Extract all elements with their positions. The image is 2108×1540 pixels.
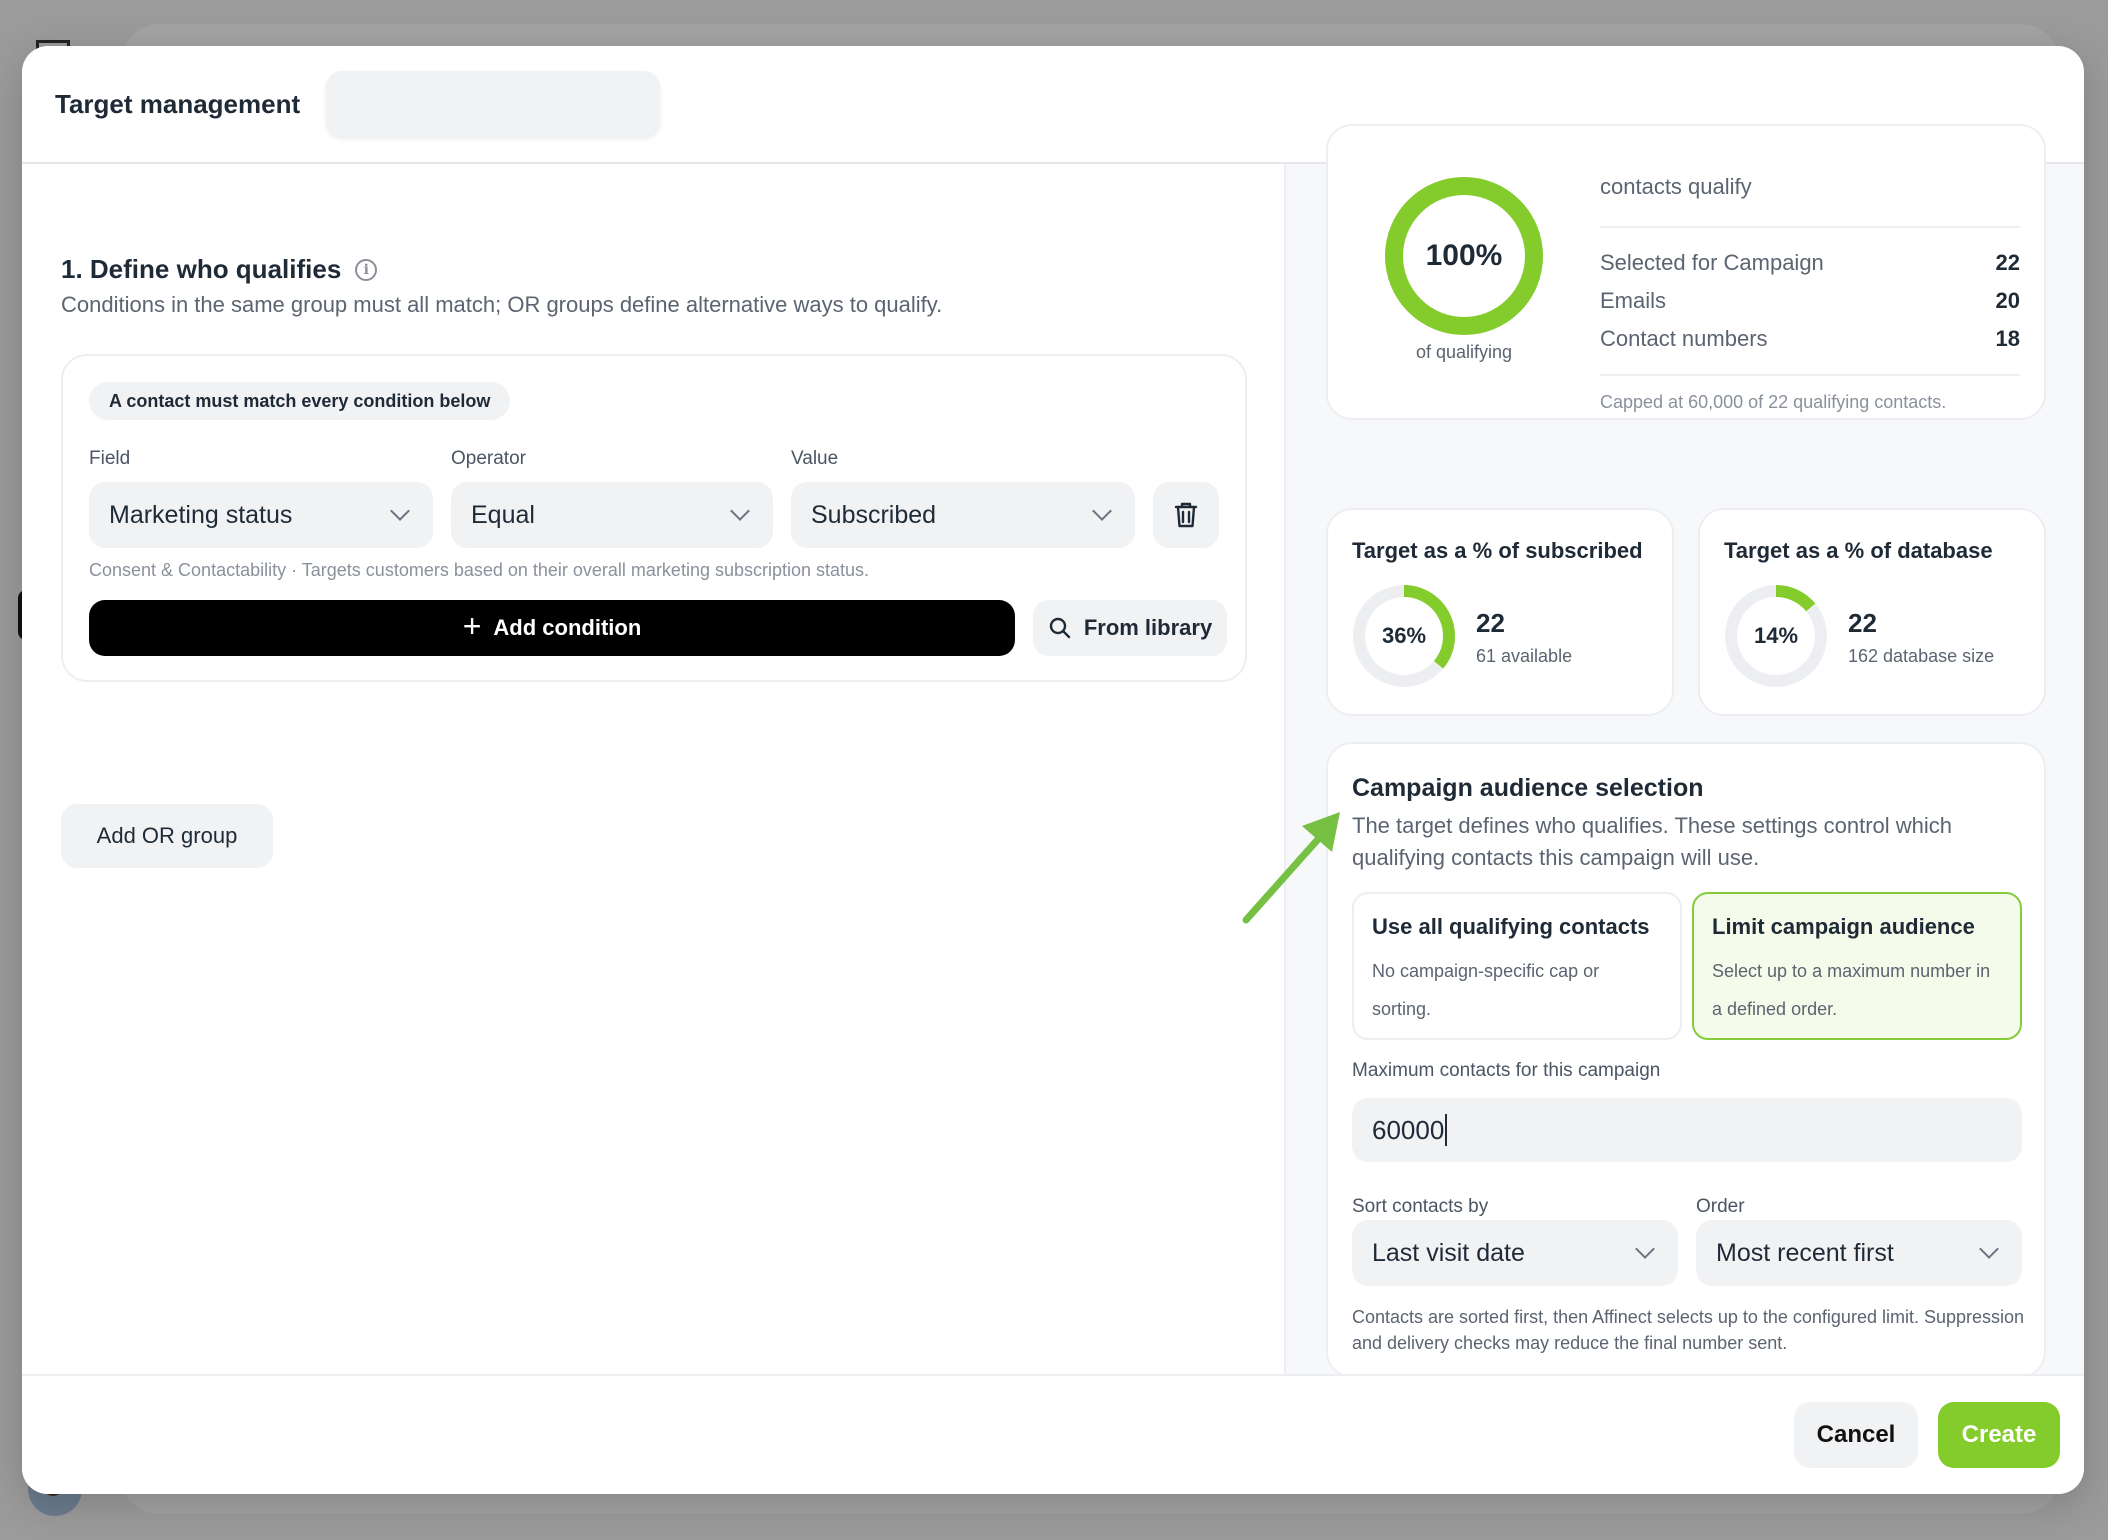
field-select-value: Marketing status: [109, 500, 293, 529]
qualifying-caption: of qualifying: [1415, 342, 1513, 362]
target-name-input[interactable]: [326, 71, 661, 137]
option-use-all-contacts[interactable]: Use all qualifying contacts No campaign-…: [1352, 892, 1682, 1040]
subscribed-card-title: Target as a % of subscribed: [1352, 538, 1643, 563]
chevron-down-icon: [730, 501, 750, 521]
condition-group: A contact must match every condition bel…: [61, 354, 1247, 682]
chevron-down-icon: [1092, 501, 1112, 521]
operator-select[interactable]: Equal: [451, 482, 773, 548]
audience-note: Contacts are sorted first, then Affinect…: [1352, 1307, 2025, 1353]
option-title: Use all qualifying contacts: [1372, 914, 1650, 939]
subscribed-sub: 61 available: [1476, 646, 1573, 666]
stat-label: Selected for Campaign: [1600, 250, 1824, 275]
database-sub: 162 database size: [1848, 646, 1995, 666]
order-label: Order: [1696, 1196, 1745, 1217]
max-contacts-value: 60000: [1372, 1114, 1445, 1145]
stat-label: Contact numbers: [1600, 326, 1768, 351]
search-icon: [1049, 617, 1071, 639]
define-panel: 1. Define who qualifies i Conditions in …: [22, 164, 1284, 1374]
stat-row: Emails 20: [1600, 288, 2020, 314]
info-icon[interactable]: i: [355, 258, 378, 281]
option-description: No campaign-specific cap or sorting.: [1372, 961, 1600, 1019]
cancel-button[interactable]: Cancel: [1794, 1402, 1918, 1468]
qualifying-percent: 100%: [1425, 239, 1503, 272]
add-or-group-button[interactable]: Add OR group: [61, 804, 273, 868]
sort-select[interactable]: Last visit date: [1352, 1220, 1678, 1286]
section-title: 1. Define who qualifies i: [61, 254, 378, 285]
target-management-modal: Target management 1. Define who qualifie…: [22, 46, 2084, 1494]
stat-row: Contact numbers 18: [1600, 326, 2020, 352]
contacts-qualify-text: contacts qualify: [1600, 174, 1752, 199]
qualifying-card: 100% of qualifying contacts qualify Sele…: [1326, 124, 2046, 420]
database-value: 22: [1848, 608, 1877, 638]
section-description: Conditions in the same group must all ma…: [61, 292, 943, 317]
subscribed-percent-card: Target as a % of subscribed 36% 22 61 av…: [1326, 508, 1674, 716]
plus-icon: +: [462, 608, 482, 644]
sort-select-value: Last visit date: [1372, 1238, 1525, 1267]
summary-panel: 100% of qualifying contacts qualify Sele…: [1284, 124, 2084, 1378]
arrow-annotation-icon: [1242, 812, 1340, 924]
group-badge: A contact must match every condition bel…: [89, 382, 511, 420]
database-percent: 14%: [1753, 623, 1799, 648]
stat-label: Emails: [1600, 288, 1667, 313]
chevron-down-icon: [1979, 1239, 1999, 1259]
max-contacts-input[interactable]: 60000: [1352, 1098, 2022, 1162]
add-condition-button[interactable]: + Add condition: [89, 600, 1015, 656]
stat-value: 20: [1995, 288, 2020, 313]
trash-icon: [1174, 502, 1198, 528]
value-label: Value: [791, 448, 839, 469]
chevron-down-icon: [390, 501, 410, 521]
value-select-value: Subscribed: [811, 500, 937, 529]
modal-title: Target management: [55, 88, 301, 119]
divider: [1600, 374, 2020, 376]
add-condition-label: Add condition: [493, 615, 642, 640]
delete-condition-button[interactable]: [1153, 482, 1219, 548]
field-label: Field: [89, 448, 131, 469]
audience-selection-card: Campaign audience selection The target d…: [1326, 742, 2046, 1378]
chevron-down-icon: [1635, 1239, 1655, 1259]
order-select-value: Most recent first: [1716, 1238, 1894, 1267]
field-select[interactable]: Marketing status: [89, 482, 433, 548]
divider: [1600, 226, 2020, 228]
section-title-text: 1. Define who qualifies: [61, 254, 342, 284]
modal-footer: Cancel Create: [22, 1374, 2084, 1494]
operator-select-value: Equal: [471, 500, 535, 529]
operator-label: Operator: [451, 448, 526, 469]
option-description: Select up to a maximum number in a defin…: [1712, 961, 1991, 1019]
audience-description: The target defines who qualifies. These …: [1352, 813, 1953, 870]
stat-row: Selected for Campaign 22: [1600, 250, 2020, 276]
from-library-button[interactable]: From library: [1033, 600, 1227, 656]
create-button[interactable]: Create: [1938, 1402, 2060, 1468]
subscribed-percent: 36%: [1381, 623, 1427, 648]
sort-label: Sort contacts by: [1352, 1196, 1489, 1217]
value-select[interactable]: Subscribed: [791, 482, 1135, 548]
stat-value: 18: [1995, 326, 2020, 351]
text-caret: [1445, 1114, 1448, 1146]
database-card-title: Target as a % of database: [1724, 538, 1993, 563]
option-limit-audience[interactable]: Limit campaign audience Select up to a m…: [1692, 892, 2022, 1040]
from-library-label: From library: [1083, 615, 1213, 640]
database-percent-card: Target as a % of database 14% 22 162 dat…: [1698, 508, 2046, 716]
max-contacts-label: Maximum contacts for this campaign: [1352, 1060, 1661, 1081]
subscribed-value: 22: [1476, 608, 1505, 638]
condition-hint: Consent & Contactability · Targets custo…: [89, 560, 870, 580]
audience-title: Campaign audience selection: [1352, 774, 1704, 802]
stat-value: 22: [1995, 250, 2020, 275]
option-title: Limit campaign audience: [1712, 914, 1975, 939]
order-select[interactable]: Most recent first: [1696, 1220, 2022, 1286]
capped-note: Capped at 60,000 of 22 qualifying contac…: [1600, 392, 1947, 412]
